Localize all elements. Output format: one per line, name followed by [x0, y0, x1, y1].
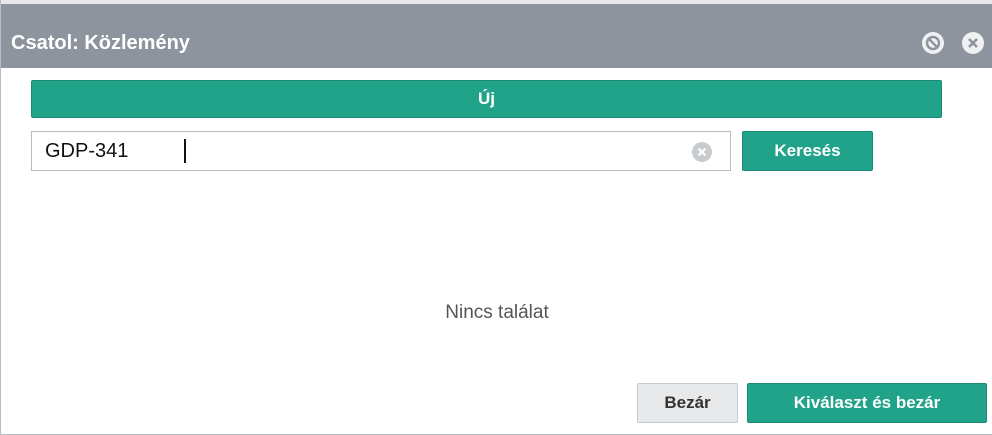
clear-circle-icon[interactable] [692, 142, 712, 162]
dialog-title: Csatol: Közlemény [11, 32, 190, 54]
minimize-circle-icon[interactable] [922, 32, 944, 54]
search-button[interactable]: Keresés [742, 131, 873, 171]
dialog-titlebar[interactable]: Csatol: Közlemény [1, 0, 992, 68]
close-button[interactable]: Bezár [637, 383, 738, 423]
text-caret [184, 139, 186, 163]
new-button[interactable]: Új [31, 80, 942, 118]
search-input[interactable] [32, 132, 692, 170]
close-circle-icon[interactable] [962, 32, 984, 54]
no-results-message: Nincs találat [445, 302, 549, 323]
attach-dialog: Csatol: Közlemény Új Keresés Nincs talál… [0, 0, 992, 435]
search-field[interactable] [31, 131, 731, 171]
select-and-close-button[interactable]: Kiválaszt és bezár [747, 383, 987, 423]
